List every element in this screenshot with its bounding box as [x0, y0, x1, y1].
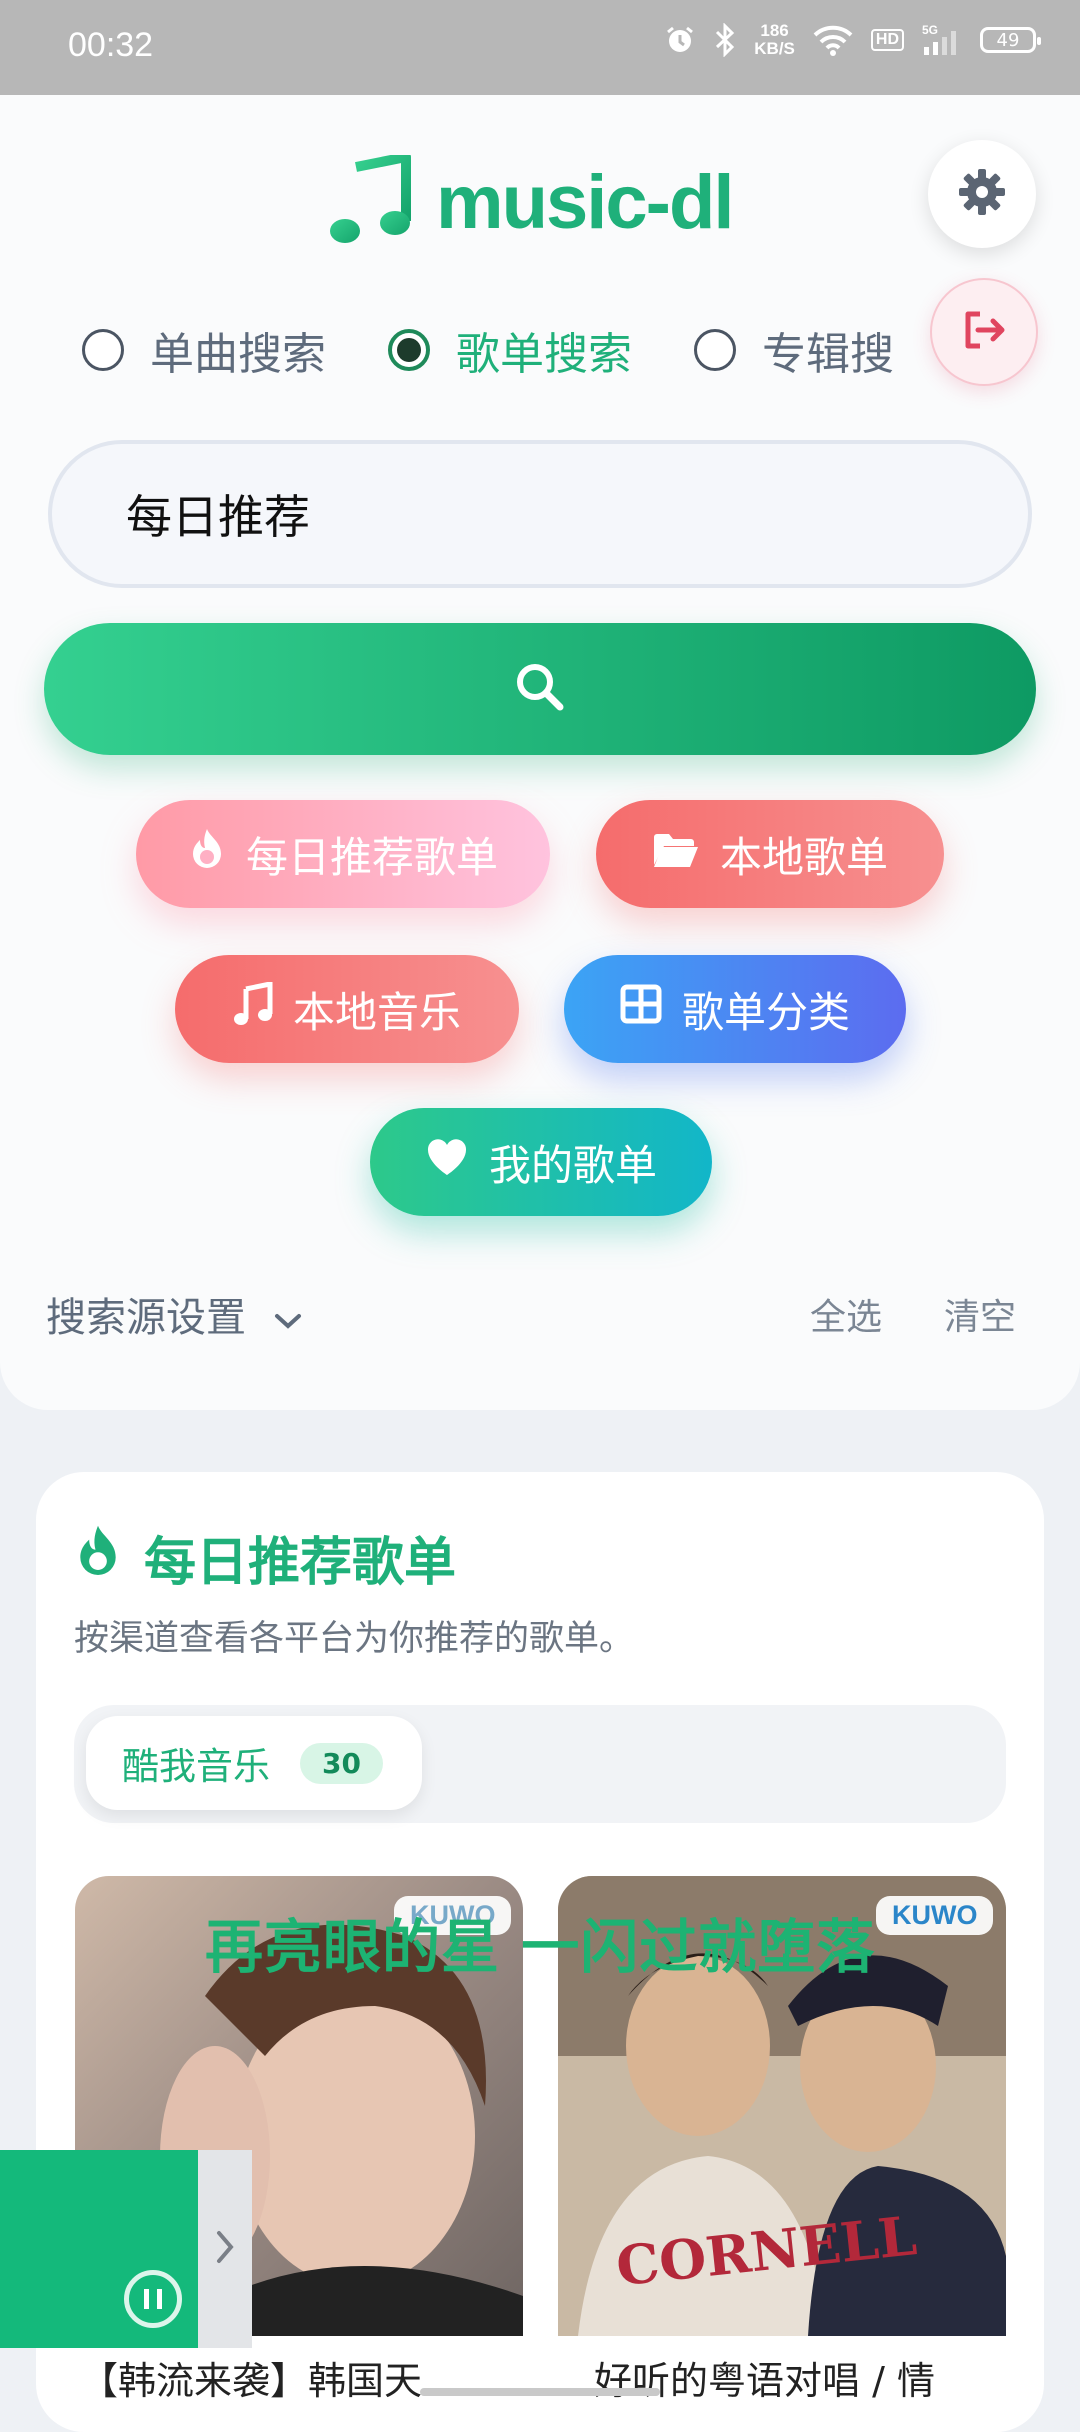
alarm-icon — [664, 24, 696, 56]
radio-label: 单曲搜索 — [150, 329, 326, 380]
network-speed: 186 KB/S — [754, 21, 795, 58]
bluetooth-icon — [714, 23, 736, 57]
my-playlists-label: 我的歌单 — [488, 1140, 657, 1190]
tab-kuwo[interactable]: 酷我音乐 30 — [86, 1716, 422, 1810]
radio-circle-selected — [388, 329, 430, 371]
grid-icon — [620, 984, 662, 1034]
svg-text:5G: 5G — [922, 23, 938, 37]
radio-album-search[interactable]: 专辑搜 — [694, 318, 894, 382]
pause-button[interactable] — [124, 2270, 182, 2328]
local-music-button[interactable]: 本地音乐 — [175, 955, 519, 1063]
floating-lyric: 再亮眼的星 一闪过就堕落 — [205, 1913, 876, 1981]
status-time: 00:32 — [68, 26, 154, 64]
clear-button[interactable]: 清空 — [944, 1288, 1016, 1340]
source-settings-label: 搜索源设置 — [46, 1295, 246, 1341]
daily-recommend-label: 每日推荐歌单 — [245, 832, 498, 882]
source-settings-toggle[interactable]: 搜索源设置 — [46, 1285, 303, 1343]
search-icon — [513, 660, 567, 718]
app-title: music-dl — [436, 159, 734, 245]
source-actions: 全选 清空 — [810, 1288, 1016, 1340]
radio-label: 专辑搜 — [762, 329, 894, 380]
fire-icon — [74, 1523, 122, 1592]
radio-circle — [82, 329, 124, 371]
fire-icon — [188, 827, 226, 881]
music-note-icon — [328, 152, 412, 249]
heart-icon — [425, 1137, 469, 1187]
home-indicator — [420, 2388, 660, 2396]
cellular-signal-icon: 5G — [922, 23, 962, 57]
source-badge: KUWO — [876, 1896, 994, 1935]
battery-indicator: 49 — [980, 27, 1041, 53]
playlist-title[interactable]: 【韩流来袭】韩国天 — [80, 2350, 510, 2405]
chevron-right-icon — [214, 2227, 236, 2271]
tab-label: 酷我音乐 — [122, 1745, 270, 1788]
status-bar: 00:32 186 KB/S HD 5G 49 — [0, 0, 1080, 95]
gear-icon — [957, 167, 1007, 221]
local-playlists-label: 本地歌单 — [719, 832, 888, 882]
recommend-section-title: 每日推荐歌单 — [74, 1520, 456, 1595]
search-mode-group: 单曲搜索 歌单搜索 专辑搜 — [82, 318, 982, 382]
tab-count-badge: 30 — [300, 1742, 383, 1784]
recommend-description: 按渠道查看各平台为你推荐的歌单。 — [74, 1619, 635, 1659]
hd-badge: HD — [870, 29, 904, 51]
select-all-button[interactable]: 全选 — [810, 1288, 882, 1340]
status-icons: 186 KB/S HD 5G 49 — [664, 21, 1041, 58]
search-input[interactable]: 每日推荐 — [48, 440, 1032, 588]
search-button[interactable] — [44, 623, 1036, 755]
playlist-title[interactable]: 好听的粤语对唱 / 情 — [594, 2350, 1014, 2405]
chevron-down-icon — [273, 1295, 303, 1341]
radio-playlist-search[interactable]: 歌单搜索 — [388, 318, 632, 382]
player-expand-handle[interactable] — [198, 2150, 252, 2348]
my-playlists-button[interactable]: 我的歌单 — [370, 1108, 712, 1216]
radio-circle — [694, 329, 736, 371]
local-playlists-button[interactable]: 本地歌单 — [596, 800, 944, 908]
radio-label: 歌单搜索 — [456, 329, 632, 380]
local-music-label: 本地音乐 — [292, 987, 461, 1037]
music-note-icon — [233, 980, 273, 1036]
daily-recommend-button[interactable]: 每日推荐歌单 — [136, 800, 550, 908]
settings-button[interactable] — [928, 140, 1036, 248]
playlist-category-button[interactable]: 歌单分类 — [564, 955, 906, 1063]
app-logo: music-dl — [328, 152, 734, 249]
radio-single-search[interactable]: 单曲搜索 — [82, 318, 326, 382]
playlist-category-label: 歌单分类 — [681, 987, 850, 1037]
search-input-value: 每日推荐 — [126, 490, 310, 544]
wifi-icon — [813, 24, 853, 56]
source-settings-row: 搜索源设置 全选 清空 — [46, 1285, 1016, 1343]
folder-open-icon — [652, 830, 700, 879]
recommend-title-text: 每日推荐歌单 — [144, 1533, 457, 1593]
